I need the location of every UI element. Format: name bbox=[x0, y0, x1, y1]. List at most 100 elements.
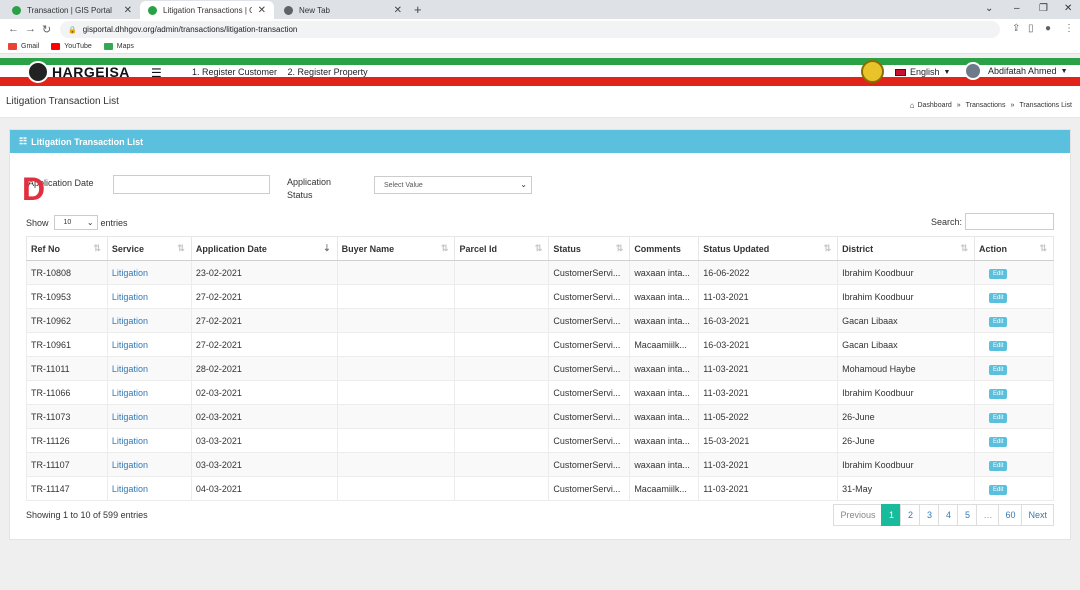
cell-ref-no: TR-10962 bbox=[26, 308, 108, 333]
restore-icon[interactable]: ❐ bbox=[1039, 3, 1048, 14]
edit-button[interactable]: Edit bbox=[988, 484, 1008, 495]
cell-parcel-id bbox=[454, 452, 550, 477]
page-length-select[interactable]: 10 ⌄ bbox=[53, 215, 98, 230]
cell-comments: waxaan inta... bbox=[629, 260, 700, 285]
cell-application-date: 27-02-2021 bbox=[190, 284, 338, 309]
cell-parcel-id bbox=[454, 476, 550, 501]
col-action[interactable]: Action ⇅ bbox=[973, 236, 1055, 261]
sort-icon: ⇅ bbox=[823, 243, 832, 253]
edit-button[interactable]: Edit bbox=[988, 436, 1008, 447]
col-application-date[interactable]: Application Date ⇣ bbox=[190, 236, 338, 261]
page-5[interactable]: 5 bbox=[957, 504, 978, 526]
table-header-row: Ref No ⇅ Service ⇅ Application Date ⇣ Buyer… bbox=[26, 236, 1055, 261]
cell-application-date: 28-02-2021 bbox=[190, 356, 338, 381]
cell-application-date: 23-02-2021 bbox=[190, 260, 338, 285]
back-arrow-icon[interactable]: ← bbox=[8, 23, 19, 35]
forward-arrow-icon[interactable]: → bbox=[25, 23, 36, 35]
cell-status: CustomerServi... bbox=[548, 284, 631, 309]
cell-buyer-name bbox=[336, 332, 456, 357]
table-body: TR-10808 Litigation 23-02-2021 CustomerServ… bbox=[26, 260, 1055, 501]
cell-service[interactable]: Litigation bbox=[106, 356, 192, 381]
breadcrumb-transactions[interactable]: Transactions bbox=[966, 102, 1006, 109]
address-bar[interactable]: 🔒 gisportal.dhhgov.org/admin/transaction… bbox=[60, 21, 1000, 38]
cell-service[interactable]: Litigation bbox=[106, 332, 192, 357]
edit-button[interactable]: Edit bbox=[988, 460, 1008, 471]
edit-button[interactable]: Edit bbox=[988, 388, 1008, 399]
share-icon[interactable]: ⇪ bbox=[1012, 23, 1020, 34]
search-input[interactable] bbox=[965, 213, 1054, 230]
browser-tab-3[interactable]: New Tab ✕ bbox=[276, 1, 410, 19]
bookmark-maps[interactable]: Maps bbox=[103, 43, 134, 50]
bookmark-gmail[interactable]: Gmail bbox=[8, 43, 39, 50]
edit-button[interactable]: Edit bbox=[988, 340, 1008, 351]
edit-button[interactable]: Edit bbox=[988, 316, 1008, 327]
breadcrumb-dashboard[interactable]: Dashboard bbox=[917, 102, 951, 109]
kebab-menu-icon[interactable]: ⋮ bbox=[1064, 23, 1074, 34]
page-60[interactable]: 60 bbox=[998, 504, 1023, 526]
col-status-updated[interactable]: Status Updated ⇅ bbox=[698, 236, 839, 261]
new-tab-plus-icon[interactable]: + bbox=[414, 2, 422, 17]
table-row: TR-10808 Litigation 23-02-2021 CustomerServ… bbox=[26, 260, 1055, 285]
edit-button[interactable]: Edit bbox=[988, 292, 1008, 303]
cell-buyer-name bbox=[336, 452, 456, 477]
col-comments[interactable]: Comments bbox=[629, 236, 700, 261]
col-service[interactable]: Service ⇅ bbox=[106, 236, 192, 261]
menu-register-property[interactable]: 2. Register Property bbox=[288, 67, 368, 77]
edit-button[interactable]: Edit bbox=[988, 364, 1008, 375]
app-logo[interactable]: HARGEISA bbox=[27, 61, 130, 83]
hamburger-menu-icon[interactable]: ☰ bbox=[151, 66, 162, 80]
cell-status: CustomerServi... bbox=[548, 332, 631, 357]
window-close-icon[interactable]: ✕ bbox=[1064, 3, 1072, 14]
application-status-select[interactable]: Select Value ⌄ bbox=[374, 176, 532, 194]
col-district[interactable]: District ⇅ bbox=[837, 236, 975, 261]
edit-button[interactable]: Edit bbox=[988, 412, 1008, 423]
col-status[interactable]: Status ⇅ bbox=[548, 236, 631, 261]
minimize-icon[interactable]: – bbox=[1014, 3, 1020, 14]
cell-status: CustomerServi... bbox=[548, 404, 631, 429]
logo-mark-icon bbox=[27, 61, 49, 83]
page-4[interactable]: 4 bbox=[938, 504, 959, 526]
page-3[interactable]: 3 bbox=[919, 504, 940, 526]
tab-search-chevron-icon[interactable]: ⌄ bbox=[985, 3, 993, 14]
cell-service[interactable]: Litigation bbox=[106, 380, 192, 405]
bookmark-youtube[interactable]: YouTube bbox=[51, 43, 92, 50]
close-icon[interactable]: ✕ bbox=[124, 5, 132, 16]
application-status-label: Application Status bbox=[287, 176, 331, 202]
cell-service[interactable]: Litigation bbox=[106, 404, 192, 429]
side-panel-icon[interactable]: ▯ bbox=[1028, 23, 1034, 34]
edit-button[interactable]: Edit bbox=[988, 268, 1008, 279]
page-2[interactable]: 2 bbox=[900, 504, 921, 526]
menu-register-customer[interactable]: 1. Register Customer bbox=[192, 67, 277, 77]
previous-button[interactable]: Previous bbox=[833, 504, 883, 526]
close-icon[interactable]: ✕ bbox=[394, 5, 402, 16]
cell-application-date: 27-02-2021 bbox=[190, 308, 338, 333]
col-buyer-name[interactable]: Buyer Name ⇅ bbox=[336, 236, 456, 261]
next-button[interactable]: Next bbox=[1021, 504, 1054, 526]
transaction-card: ☷ Litigation Transaction List Applicatio… bbox=[9, 129, 1071, 540]
cell-service[interactable]: Litigation bbox=[106, 428, 192, 453]
cell-service[interactable]: Litigation bbox=[106, 452, 192, 477]
cell-service[interactable]: Litigation bbox=[106, 308, 192, 333]
bookmark-label: Maps bbox=[116, 43, 134, 50]
user-menu[interactable]: Abdifatah Ahmed ▼ bbox=[964, 62, 1068, 80]
close-icon[interactable]: ✕ bbox=[258, 5, 266, 16]
cell-service[interactable]: Litigation bbox=[106, 284, 192, 309]
col-ref-no[interactable]: Ref No ⇅ bbox=[26, 236, 108, 261]
cell-district: 26-June bbox=[837, 428, 975, 453]
cell-service[interactable]: Litigation bbox=[106, 260, 192, 285]
cell-service[interactable]: Litigation bbox=[106, 476, 192, 501]
col-parcel-id[interactable]: Parcel Id ⇅ bbox=[454, 236, 550, 261]
page-1[interactable]: 1 bbox=[881, 504, 902, 526]
col-label: Status Updated bbox=[703, 243, 770, 254]
language-selector[interactable]: English ▼ bbox=[895, 67, 950, 77]
browser-tab-1[interactable]: Transaction | GIS Portal ✕ bbox=[4, 1, 140, 19]
cell-status: CustomerServi... bbox=[548, 476, 631, 501]
cell-buyer-name bbox=[336, 404, 456, 429]
profile-icon[interactable]: ● bbox=[1045, 23, 1051, 34]
breadcrumb-separator: » bbox=[1010, 102, 1015, 109]
cell-parcel-id bbox=[454, 284, 550, 309]
browser-tab-2[interactable]: Litigation Transactions | GIS Portal ✕ bbox=[140, 1, 274, 19]
bookmarks-bar: Gmail YouTube Maps bbox=[0, 40, 1080, 54]
application-date-input[interactable] bbox=[113, 175, 270, 194]
reload-icon[interactable]: ↻ bbox=[42, 23, 51, 36]
